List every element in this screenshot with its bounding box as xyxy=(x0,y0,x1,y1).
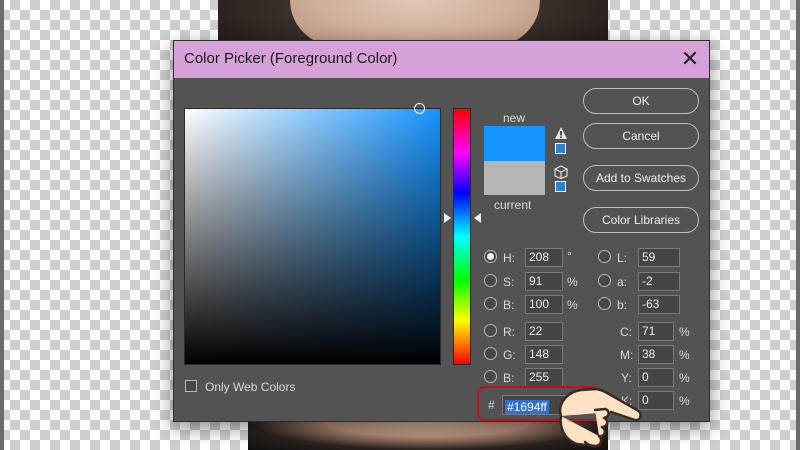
unit-degree: ° xyxy=(567,249,572,263)
only-web-colors-label: Only Web Colors xyxy=(205,380,296,394)
cube-icon[interactable] xyxy=(554,165,568,179)
radio-r[interactable] xyxy=(484,324,497,337)
input-b[interactable]: 100 xyxy=(525,295,563,314)
input-c[interactable]: 71 xyxy=(638,322,674,341)
color-libraries-button[interactable]: Color Libraries xyxy=(583,207,699,233)
pointing-hand-icon xyxy=(558,387,642,448)
gamut-warning-swatch[interactable] xyxy=(555,143,566,154)
radio-a[interactable] xyxy=(598,274,611,287)
unit-m: % xyxy=(679,348,690,362)
add-to-swatches-button[interactable]: Add to Swatches xyxy=(583,165,699,191)
dialog-title: Color Picker (Foreground Color) xyxy=(184,50,398,67)
warning-icon[interactable] xyxy=(554,126,568,140)
cancel-button[interactable]: Cancel xyxy=(583,123,699,149)
label-l: L: xyxy=(617,251,628,265)
radio-h[interactable] xyxy=(484,250,497,263)
left-edge-bar xyxy=(0,0,4,450)
web-safe-swatch[interactable] xyxy=(555,181,566,192)
input-h[interactable]: 208 xyxy=(525,248,563,267)
hue-slider-left-arrow[interactable] xyxy=(444,213,451,223)
color-field-cursor[interactable] xyxy=(414,103,425,114)
label-r: R: xyxy=(503,325,515,339)
current-color-swatch[interactable] xyxy=(484,161,545,195)
label-lab-b: b: xyxy=(617,298,628,312)
input-lab-b[interactable]: -63 xyxy=(638,295,680,314)
unit-s: % xyxy=(567,275,578,289)
input-l[interactable]: 59 xyxy=(638,248,680,267)
radio-g[interactable] xyxy=(484,347,497,360)
label-h: H: xyxy=(503,251,515,265)
hue-slider-right-arrow[interactable] xyxy=(474,213,481,223)
only-web-colors-checkbox[interactable] xyxy=(185,380,197,392)
color-field[interactable] xyxy=(184,108,441,365)
radio-b[interactable] xyxy=(484,297,497,310)
unit-c: % xyxy=(679,325,690,339)
radio-lab-b[interactable] xyxy=(598,297,611,310)
label-b: B: xyxy=(503,298,515,312)
radio-s[interactable] xyxy=(484,274,497,287)
input-r[interactable]: 22 xyxy=(525,322,563,341)
input-a[interactable]: -2 xyxy=(638,272,680,291)
label-c: C: xyxy=(620,325,632,339)
label-g: G: xyxy=(503,348,516,362)
color-picker-dialog: Color Picker (Foreground Color) ✕ new cu… xyxy=(173,40,710,448)
unit-b: % xyxy=(567,298,578,312)
input-s[interactable]: 91 xyxy=(525,272,563,291)
radio-blue[interactable] xyxy=(484,370,497,383)
new-label: new xyxy=(503,111,526,125)
input-m[interactable]: 38 xyxy=(638,345,674,364)
unit-k: % xyxy=(679,394,690,408)
ok-button[interactable]: OK xyxy=(583,88,699,114)
current-label: current xyxy=(494,198,532,212)
input-g[interactable]: 148 xyxy=(525,345,563,364)
new-color-swatch xyxy=(484,126,545,161)
hue-slider[interactable] xyxy=(453,108,471,365)
dialog-titlebar[interactable]: Color Picker (Foreground Color) ✕ xyxy=(174,41,709,78)
label-m: M: xyxy=(620,348,634,362)
label-a: a: xyxy=(617,275,628,289)
right-edge-bar xyxy=(796,0,800,450)
radio-l[interactable] xyxy=(598,250,611,263)
label-blue: B: xyxy=(503,371,515,385)
close-icon[interactable]: ✕ xyxy=(677,46,703,72)
label-s: S: xyxy=(503,275,515,289)
unit-y: % xyxy=(679,371,690,385)
